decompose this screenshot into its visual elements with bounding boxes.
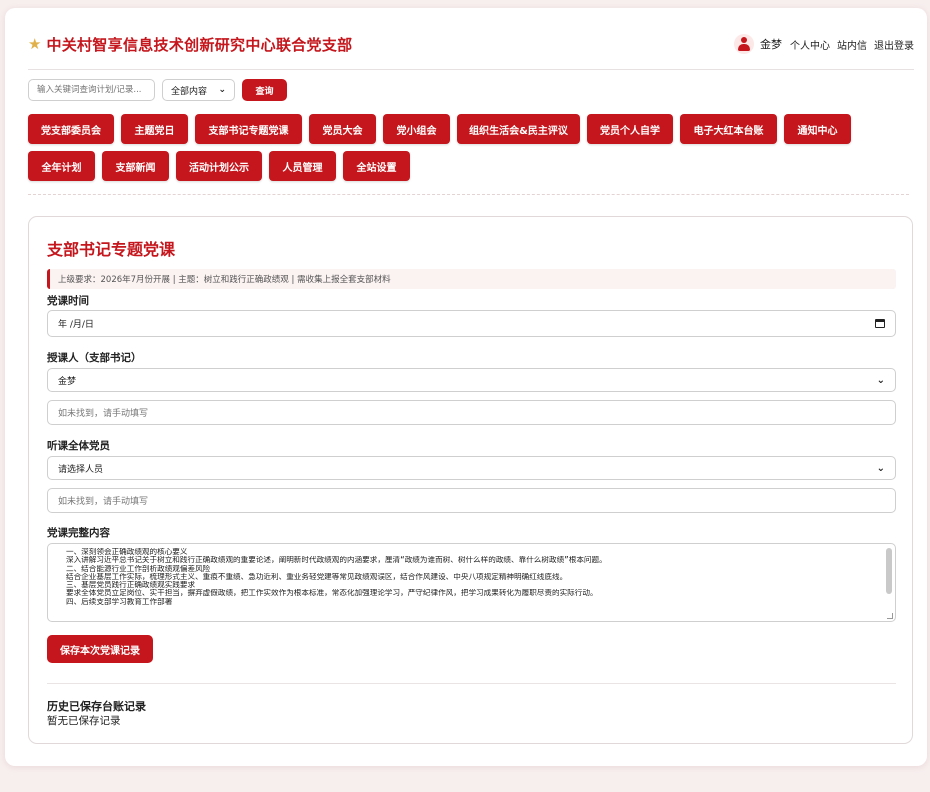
nav-row-1: 党支部委员会 主题党日 支部书记专题党课 党员大会 党小组会 组织生活会&民主评…: [28, 114, 908, 144]
requirement-notice: 上级要求：2026年7月份开展 | 主题：树立和践行正确政绩观 | 需收集上报全…: [47, 269, 896, 289]
user-box: 金梦 个人中心 站内信 退出登录: [734, 34, 914, 54]
date-value: 年 /月/日: [58, 320, 94, 330]
star-icon: ★: [28, 35, 42, 53]
content-filter-select[interactable]: 全部内容 ⌄: [162, 79, 235, 101]
date-label: 党课时间: [47, 295, 89, 307]
section-divider: [28, 194, 909, 195]
brand: ★ 中关村智享信息技术创新研究中心联合党支部: [28, 34, 352, 55]
filter-selected-label: 全部内容: [171, 86, 208, 97]
attendees-manual-placeholder: 如未找到，请手动填写: [58, 497, 149, 507]
nav-branch-news[interactable]: 支部新闻: [102, 151, 169, 181]
content-line: 要求全体党员立足岗位、实干担当，摒弃虚假政绩，把工作实效作为根本标准，常态化加强…: [66, 589, 598, 598]
nav-org-life-meeting[interactable]: 组织生活会&民主评议: [457, 114, 580, 144]
nav-plan-publicity[interactable]: 活动计划公示: [176, 151, 262, 181]
attendees-label: 听课全体党员: [47, 440, 110, 452]
profile-link[interactable]: 个人中心: [790, 37, 830, 52]
nav-red-ledger[interactable]: 电子大红本台账: [680, 114, 777, 144]
content-line: 三、基层党员践行正确政绩观实践要求: [66, 581, 196, 590]
user-avatar-icon[interactable]: [734, 34, 754, 54]
nav-secretary-lecture[interactable]: 支部书记专题党课: [195, 114, 302, 144]
nav-theme-day[interactable]: 主题党日: [121, 114, 188, 144]
nav-self-study[interactable]: 党员个人自学: [587, 114, 673, 144]
module-nav: 党支部委员会 主题党日 支部书记专题党课 党员大会 党小组会 组织生活会&民主评…: [28, 114, 908, 188]
search-input[interactable]: [28, 79, 155, 101]
lecturer-selected: 金梦: [58, 376, 77, 387]
content-line: 一、深刻领会正确政绩观的核心要义: [66, 548, 188, 556]
lecturer-label: 授课人（支部书记）: [47, 352, 142, 364]
history-empty-text: 暂无已保存记录: [47, 715, 121, 727]
attendees-manual-input[interactable]: 如未找到，请手动填写: [47, 488, 896, 513]
nav-member-assembly[interactable]: 党员大会: [309, 114, 376, 144]
lecture-form-card: 支部书记专题党课 上级要求：2026年7月份开展 | 主题：树立和践行正确政绩观…: [28, 216, 913, 744]
lecturer-manual-input[interactable]: 如未找到，请手动填写: [47, 400, 896, 425]
history-title: 历史已保存台账记录: [47, 700, 146, 713]
site-title: 中关村智享信息技术创新研究中心联合党支部: [46, 36, 353, 54]
nav-annual-plan[interactable]: 全年计划: [28, 151, 95, 181]
textarea-scrollbar[interactable]: [886, 548, 892, 594]
nav-notice-center[interactable]: 通知中心: [784, 114, 851, 144]
user-name: 金梦: [760, 38, 782, 51]
chevron-down-icon: ⌄: [876, 374, 885, 386]
chevron-down-icon: ⌄: [218, 85, 226, 95]
lecture-content-textarea[interactable]: 一、深刻领会正确政绩观的核心要义 深入讲解习近平总书记关于树立和践行正确政绩观的…: [47, 543, 896, 622]
resize-grip-icon[interactable]: [887, 613, 893, 619]
save-lecture-button[interactable]: 保存本次党课记录: [47, 635, 153, 663]
nav-branch-committee[interactable]: 党支部委员会: [28, 114, 114, 144]
messages-link[interactable]: 站内信: [837, 37, 867, 52]
top-header: ★ 中关村智享信息技术创新研究中心联合党支部 金梦 个人中心 站内信 退出登录: [28, 30, 914, 70]
content-label: 党课完整内容: [47, 527, 110, 539]
content-line: 结合企业基层工作实际，梳理形式主义、重痕不重绩、急功近利、重业务轻党建等常见政绩…: [66, 572, 568, 581]
calendar-icon[interactable]: [875, 319, 885, 328]
content-line: 四、后续支部学习教育工作部署: [66, 597, 173, 606]
logout-link[interactable]: 退出登录: [874, 37, 914, 52]
nav-site-settings[interactable]: 全站设置: [343, 151, 410, 181]
date-input[interactable]: 年 /月/日: [47, 310, 896, 337]
lecturer-manual-placeholder: 如未找到，请手动填写: [58, 409, 149, 419]
nav-row-2: 全年计划 支部新闻 活动计划公示 人员管理 全站设置: [28, 151, 908, 181]
attendees-select[interactable]: 请选择人员 ⌄: [47, 456, 896, 480]
nav-personnel[interactable]: 人员管理: [269, 151, 336, 181]
nav-group-meeting[interactable]: 党小组会: [383, 114, 450, 144]
search-row: 全部内容 ⌄ 查询: [28, 79, 287, 101]
query-button[interactable]: 查询: [242, 79, 287, 101]
attendees-selected: 请选择人员: [58, 464, 104, 475]
chevron-down-icon: ⌄: [876, 462, 885, 474]
content-line: 深入讲解习近平总书记关于树立和践行正确政绩观的重要论述，阐明新时代政绩观的内涵要…: [66, 556, 607, 565]
history-divider: [47, 683, 896, 684]
content-line: 二、结合能源行业工作剖析政绩观偏差风险: [66, 564, 211, 573]
lecturer-select[interactable]: 金梦 ⌄: [47, 368, 896, 392]
form-title: 支部书记专题党课: [47, 240, 176, 259]
